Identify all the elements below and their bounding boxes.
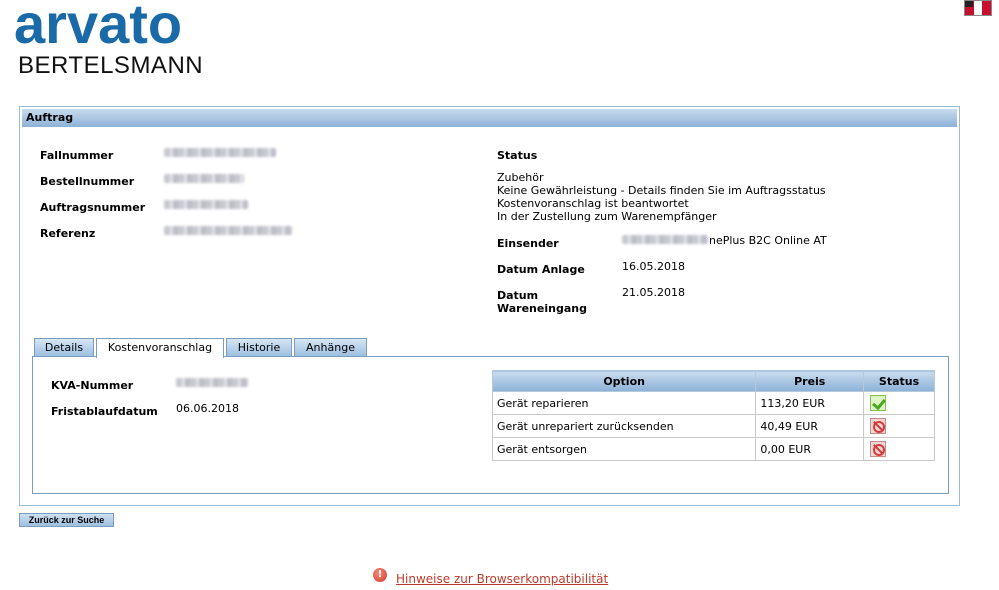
- column-header-status: Status: [863, 370, 935, 392]
- column-header-preis: Preis: [755, 370, 865, 392]
- referenz-value-redacted: [164, 226, 292, 235]
- status-line: In der Zustellung zum Warenempfänger: [497, 210, 717, 223]
- status-label: Status: [497, 149, 538, 162]
- auftragsnummer-label: Auftragsnummer: [40, 201, 146, 214]
- warning-icon: !: [373, 568, 387, 582]
- panel-title: Auftrag: [22, 109, 957, 127]
- datum-wareneingang-label: Datum Wareneingang: [497, 289, 587, 315]
- back-to-search-button[interactable]: Zurück zur Suche: [19, 513, 114, 527]
- einsender-value: nePlus B2C Online AT: [709, 234, 827, 247]
- table-row: Gerät unrepariert zurücksenden 40,49 EUR: [491, 414, 935, 438]
- option-cell: Gerät unrepariert zurücksenden: [491, 414, 757, 438]
- tab-historie[interactable]: Historie: [226, 338, 292, 356]
- price-cell: 40,49 EUR: [755, 414, 865, 438]
- tab-anhaenge[interactable]: Anhänge: [294, 338, 367, 356]
- tab-kostenvoranschlag[interactable]: Kostenvoranschlag: [96, 338, 224, 358]
- referenz-label: Referenz: [40, 227, 96, 240]
- einsender-value-redacted: [622, 235, 708, 244]
- status-line: Keine Gewährleistung - Details finden Si…: [497, 184, 826, 197]
- status-line: Zubehör: [497, 171, 544, 184]
- status-cell: [863, 414, 935, 438]
- forbidden-icon: [870, 418, 887, 434]
- fallnummer-value-redacted: [164, 148, 276, 157]
- tab-details[interactable]: Details: [34, 338, 94, 356]
- einsender-label: Einsender: [497, 237, 559, 250]
- table-header-row: Option Preis Status: [491, 370, 935, 392]
- table-row: Gerät entsorgen 0,00 EUR: [491, 437, 935, 461]
- status-line: Kostenvoranschlag ist beantwortet: [497, 197, 689, 210]
- status-lines: Zubehör Keine Gewährleistung - Details f…: [497, 171, 826, 223]
- bertelsmann-logo: BERTELSMANN: [18, 52, 204, 79]
- fristablaufdatum-label: Fristablaufdatum: [51, 405, 158, 418]
- check-icon: [870, 395, 887, 411]
- options-table: Option Preis Status Gerät reparieren 113…: [491, 370, 935, 461]
- fristablaufdatum-value: 06.06.2018: [176, 402, 239, 415]
- datum-wareneingang-value: 21.05.2018: [622, 286, 685, 299]
- bestellnummer-label: Bestellnummer: [40, 175, 135, 188]
- browser-compatibility-link[interactable]: Hinweise zur Browserkompatibilität: [396, 572, 608, 586]
- status-cell: [863, 391, 935, 415]
- auftragsnummer-value-redacted: [164, 200, 248, 209]
- price-cell: 113,20 EUR: [755, 391, 865, 415]
- bestellnummer-value-redacted: [164, 174, 244, 183]
- option-cell: Gerät entsorgen: [491, 437, 757, 461]
- datum-anlage-value: 16.05.2018: [622, 260, 685, 273]
- forbidden-icon: [870, 441, 887, 457]
- column-header-option: Option: [491, 370, 757, 392]
- datum-wareneingang-label-line2: Wareneingang: [497, 302, 587, 315]
- kva-nummer-label: KVA-Nummer: [51, 379, 134, 392]
- fallnummer-label: Fallnummer: [40, 149, 114, 162]
- language-flag-icon[interactable]: [964, 0, 992, 16]
- kva-nummer-value-redacted: [176, 378, 248, 387]
- option-cell: Gerät reparieren: [491, 391, 757, 415]
- price-cell: 0,00 EUR: [755, 437, 865, 461]
- datum-anlage-label: Datum Anlage: [497, 263, 585, 276]
- status-cell: [863, 437, 935, 461]
- table-row: Gerät reparieren 113,20 EUR: [491, 391, 935, 415]
- arvato-logo: arvato: [14, 0, 183, 55]
- datum-wareneingang-label-line1: Datum: [497, 289, 539, 302]
